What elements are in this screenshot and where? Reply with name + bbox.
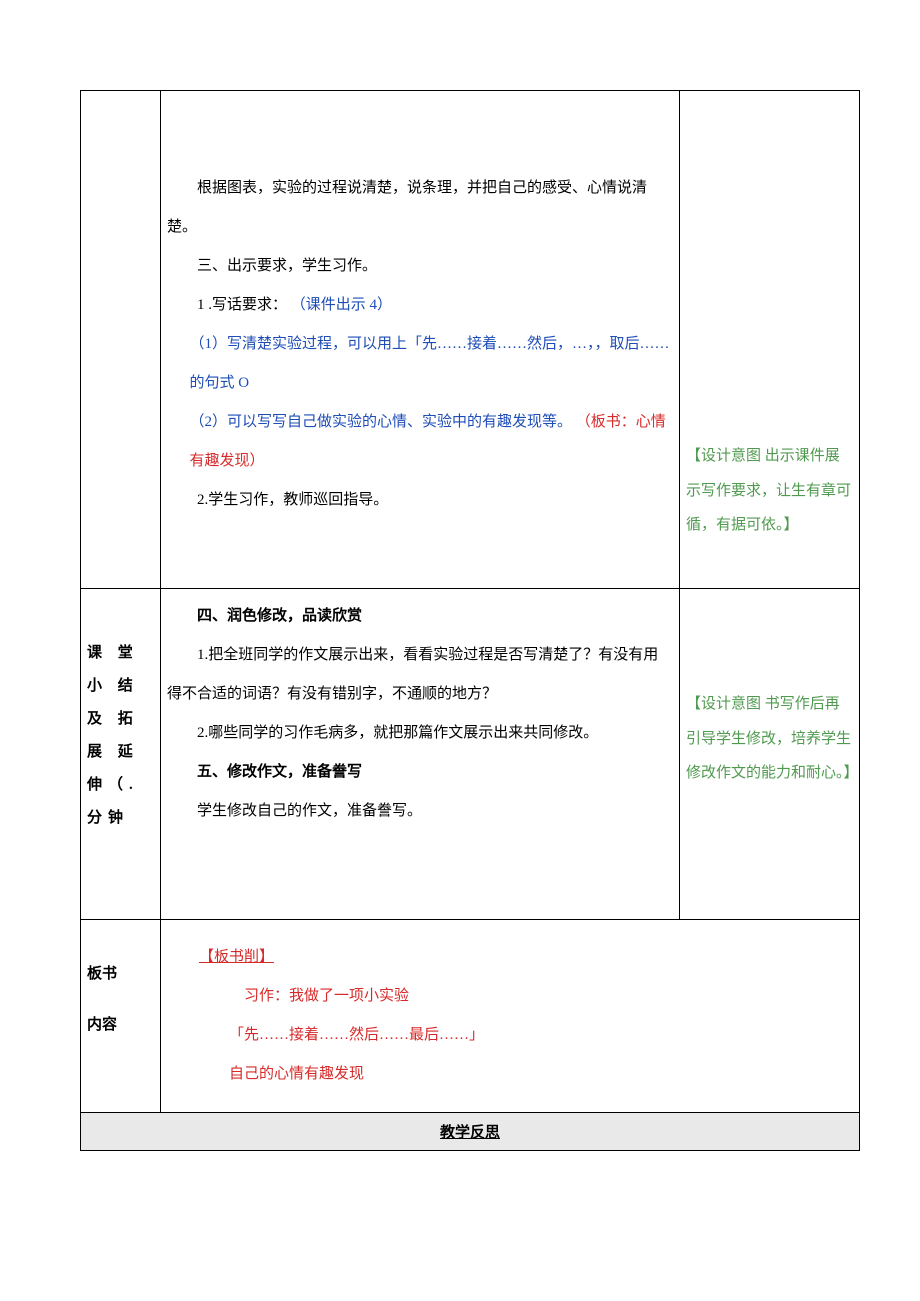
row1-p1: 根据图表，实验的过程说清楚，说条理，并把自己的感受、心情说清楚。 [167,169,673,247]
row2-p3: 学生修改自己的作文，准备誊写。 [167,792,673,831]
row2-p2: 2.哪些同学的习作毛病多，就把那篇作文展示出来共同修改。 [167,714,673,753]
row2-h1: 四、润色修改，品读欣赏 [167,597,673,636]
reflection-heading: 教学反思 [81,1113,860,1151]
row2-side-b: 及 拓 展 延 [87,703,154,769]
row3-side: 板书 内容 [81,920,161,1113]
board-label: 【板书削】 [199,949,274,965]
row1-green-label: 【设计意图 [686,448,761,464]
row1-design-intent: 【设计意图 出示课件展示写作要求，让生有章可循，有据可依。】 [680,91,860,589]
row1-p5: （2）可以写写自己做实验的心情、实验中的有趣发现等。 （板书：心情有趣发现） [167,403,673,481]
board-l1: 习作：我做了一项小实验 [199,977,853,1016]
row2-side-c: 伸（. [87,769,154,802]
row3-side-a: 板书 [87,958,154,991]
row2-side: 课 堂 小 结 及 拓 展 延 伸（. 分钟 [81,589,161,920]
row1-p3: 1 .写话要求： （课件出示 4） [167,286,673,325]
row2-green-label: 【设计意图 [686,696,761,712]
row1-content: 根据图表，实验的过程说清楚，说条理，并把自己的感受、心情说清楚。 三、出示要求，… [161,91,680,589]
board-l2: 「先……接着……然后……最后……」 [199,1016,853,1055]
row2-h2: 五、修改作文，准备誊写 [167,753,673,792]
row1-side-empty [81,91,161,589]
row2-design-intent: 【设计意图 书写作后再引导学生修改，培养学生修改作文的能力和耐心。】 [680,589,860,920]
row1-p3-blue: （课件出示 4） [291,297,392,313]
row2-content: 四、润色修改，品读欣赏 1.把全班同学的作文展示出来，看看实验过程是否写清楚了？… [161,589,680,920]
row1-p5-blue: （2）可以写写自己做实验的心情、实验中的有趣发现等。 [190,414,573,430]
row3-side-b: 内容 [87,1009,154,1042]
row1-p4: （1）写清楚实验过程，可以用上「先……接着……然后，…，，取后……的句式 O [167,325,673,403]
row1-p6: 2.学生习作，教师巡回指导。 [167,481,673,520]
row1-p2: 三、出示要求，学生习作。 [167,247,673,286]
row1-p5-red-a: （板书： [576,414,636,430]
row2-p1: 1.把全班同学的作文展示出来，看看实验过程是否写清楚了？有没有用得不合适的词语？… [167,636,673,714]
row3-content: 【板书削】 习作：我做了一项小实验 「先……接着……然后……最后……」 自己的心… [161,920,860,1113]
row2-side-d: 分钟 [87,802,154,835]
row1-p3-plain: 1 .写话要求： [197,297,287,313]
row2-side-a: 课 堂 小 结 [87,637,154,703]
board-l3: 自己的心情有趣发现 [199,1055,853,1094]
